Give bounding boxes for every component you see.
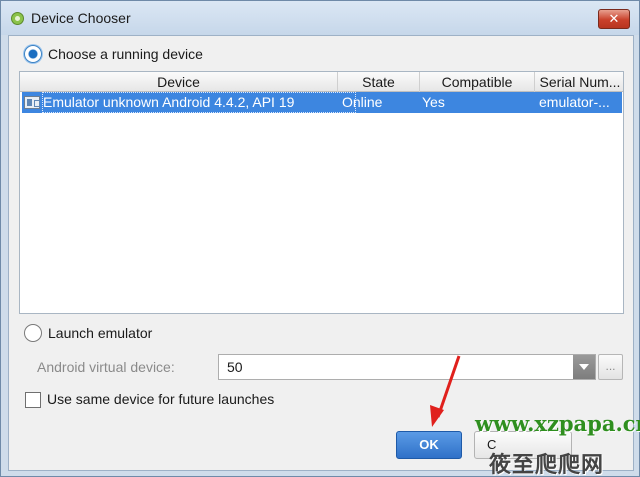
avd-select[interactable]: 50: [218, 354, 596, 380]
dialog-body: Choose a running device Device State Com…: [8, 35, 634, 471]
browse-avd-button[interactable]: ...: [598, 354, 623, 380]
title-bar[interactable]: Device Chooser ✕: [1, 1, 639, 35]
table-row[interactable]: Emulator unknown Android 4.4.2, API 19 O…: [22, 92, 622, 113]
android-app-icon: [11, 12, 24, 25]
same-device-label[interactable]: Use same device for future launches: [47, 391, 274, 407]
column-header-state[interactable]: State: [338, 72, 420, 92]
choose-running-device-label[interactable]: Choose a running device: [48, 46, 203, 62]
column-header-device[interactable]: Device: [20, 72, 338, 92]
avd-label: Android virtual device:: [37, 359, 175, 375]
watermark-url: www.xzpapa.cn: [475, 411, 640, 436]
column-header-serial[interactable]: Serial Num...: [535, 72, 623, 92]
chevron-down-icon[interactable]: [573, 355, 595, 379]
same-device-checkbox[interactable]: [25, 392, 41, 408]
ok-button[interactable]: OK: [396, 431, 462, 459]
launch-emulator-label[interactable]: Launch emulator: [48, 325, 152, 341]
choose-running-device-radio[interactable]: [24, 45, 42, 63]
watermark-site-name: 筱至爬爬网: [489, 452, 605, 477]
device-name-cell: Emulator unknown Android 4.4.2, API 19: [43, 94, 295, 110]
serial-cell: emulator-...: [539, 94, 610, 110]
avd-select-value: 50: [227, 359, 243, 375]
launch-emulator-radio[interactable]: [24, 324, 42, 342]
emulator-device-icon: [24, 96, 40, 109]
device-table[interactable]: Device State Compatible Serial Num... Em…: [19, 71, 624, 314]
window-title: Device Chooser: [31, 10, 131, 26]
table-header: Device State Compatible Serial Num...: [20, 72, 623, 92]
column-header-compatible[interactable]: Compatible: [420, 72, 535, 92]
device-chooser-dialog: Device Chooser ✕ Choose a running device…: [0, 0, 640, 477]
state-cell: Online: [342, 94, 383, 110]
compatible-cell: Yes: [422, 94, 445, 110]
close-button[interactable]: ✕: [598, 9, 630, 29]
